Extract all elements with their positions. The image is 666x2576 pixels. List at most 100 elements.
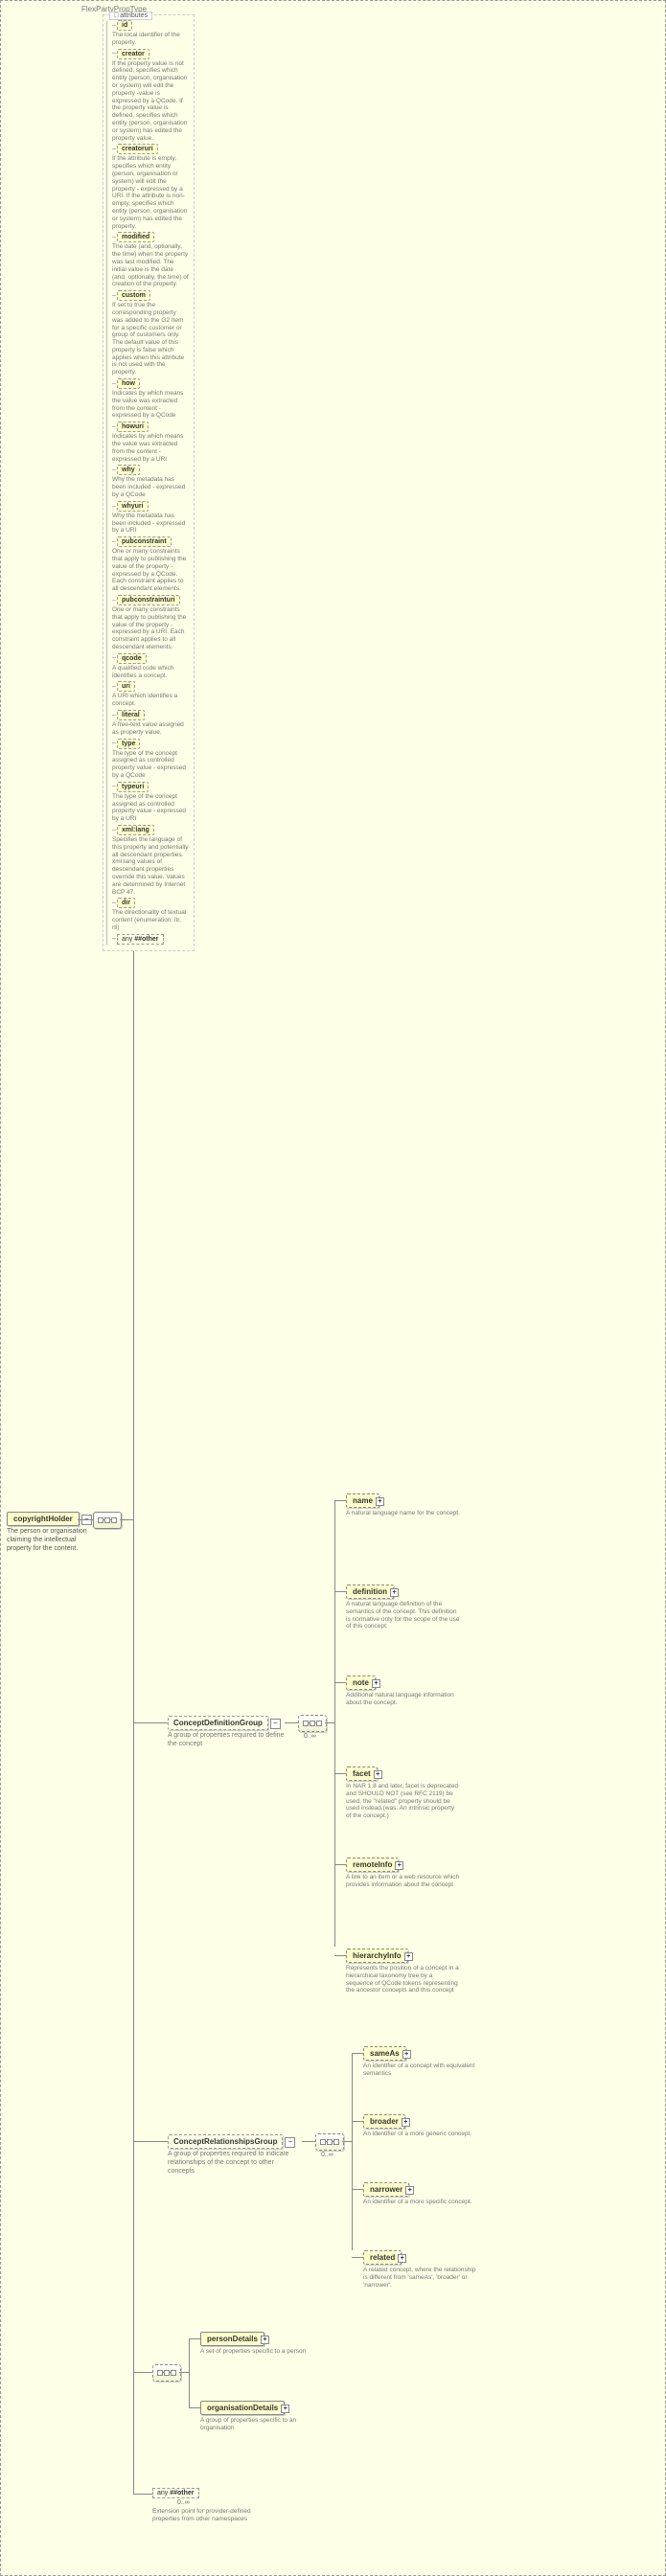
expand-icon[interactable]: + [261,2336,269,2344]
expand-icon[interactable]: + [281,2405,289,2413]
attribute-desc: Indicates by which means the value was e… [112,390,189,420]
element-desc: An identifier of a more specific concept… [363,2199,471,2206]
element-box[interactable]: broader+ [363,2114,405,2129]
attribute-pubconstrainturi: pubconstrainturi [112,595,191,605]
attribute-box[interactable]: pubconstrainturi [117,595,180,605]
attribute-box[interactable]: literal [117,710,145,720]
connector [179,2372,189,2373]
element-box[interactable]: narrower+ [363,2182,409,2197]
expand-icon[interactable]: + [372,1679,380,1688]
attribute-pubconstraint: pubconstraint [112,536,191,547]
attribute-literal: literal [112,710,191,720]
element-box[interactable]: facet+ [346,1767,378,1781]
expand-icon[interactable]: + [402,2118,410,2127]
group-name: ConceptDefinitionGroup [173,1719,263,1727]
connector [352,2257,363,2258]
attribute-box[interactable]: whyuri [117,501,149,512]
expand-icon[interactable]: + [395,1861,403,1870]
collapse-icon[interactable]: − [285,2137,295,2148]
sequence-icon [298,1715,327,1732]
connector [133,2372,152,2373]
attribute-box[interactable]: why [117,465,140,475]
expand-icon[interactable]: + [390,1588,399,1597]
element-box[interactable]: personDetails+ [200,2332,264,2346]
connector [334,1955,346,1956]
schema-diagram: FlexPartyPropType copyrightHolder− The p… [0,0,666,2576]
choice-icon [152,2364,181,2382]
connector [342,2141,352,2142]
connector [120,1519,133,1520]
element-box[interactable]: name+ [346,1493,379,1508]
element-box[interactable]: hierarchyInfo+ [346,1949,408,1963]
group-box[interactable]: ConceptRelationshipsGroup [168,2134,283,2149]
attribute-desc: Indicates by which means the value was e… [112,433,189,463]
element-box[interactable]: definition+ [346,1584,394,1599]
attribute-desc: The directionality of textual content (e… [112,909,189,931]
expand-icon[interactable]: + [376,1497,384,1506]
element-note: note+Additional natural language informa… [346,1676,460,1707]
attribute-desc: A URI which identifies a concept. [112,693,189,708]
element-desc: An identifier of a more generic concept. [363,2131,471,2138]
expand-icon[interactable]: + [404,1952,413,1961]
attribute-desc: If the property value is not defined, sp… [112,60,189,143]
expand-icon[interactable]: + [405,2186,414,2195]
element-box[interactable]: sameAs+ [363,2046,406,2061]
sequence-icon [93,1512,122,1529]
connector [285,1722,298,1723]
element-box[interactable]: note+ [346,1676,376,1690]
expand-icon[interactable]: + [402,2050,411,2059]
attribute-why: why [112,465,191,475]
any-attribute-box[interactable]: any ##other [117,934,164,945]
connector [352,2053,353,2250]
connector [189,2338,200,2339]
attribute-box[interactable]: creatoruri [117,144,158,154]
root-element-desc: The person or organisation claiming the … [7,1528,89,1553]
expand-icon[interactable]: + [374,1770,382,1779]
attribute-desc: A qualified code which identifies a conc… [112,665,189,680]
connector [334,1500,346,1501]
attribute-box[interactable]: xml:lang [117,825,154,835]
attribute-box[interactable]: id [117,20,132,31]
attributes-rail [106,21,107,945]
group-name: ConceptRelationshipsGroup [173,2137,277,2146]
group-box[interactable]: ConceptDefinitionGroup [168,1716,268,1730]
attribute-box[interactable]: uri [117,681,135,692]
attributes-header: □ attributes [109,11,152,20]
element-desc: A link to an item or a web resource whic… [346,1874,460,1889]
element-box[interactable]: related+ [363,2250,402,2265]
any-ns: ##other [170,2490,194,2496]
attribute-desc: If the attribute is empty, specifies whi… [112,155,189,230]
element-desc: A set of properties specific to a person [200,2348,306,2356]
attribute-box[interactable]: how [117,378,140,389]
element-box[interactable]: organisationDetails+ [200,2401,285,2415]
element-desc: Represents the position of a concept in … [346,1965,460,1995]
root-element-name: copyrightHolder [13,1515,73,1523]
attribute-creator: creator [112,49,191,59]
attribute-desc: A free-text value assigned as property v… [112,721,189,737]
connector [334,1682,346,1683]
attribute-box[interactable]: dir [117,898,135,908]
attribute-box[interactable]: modified [117,232,154,242]
root-element-box[interactable]: copyrightHolder [7,1512,80,1526]
attribute-type: type [112,739,191,749]
group-desc: A group of properties required to define… [168,1732,290,1749]
element-desc: An identifier of a concept with equivale… [363,2063,477,2078]
any-element-box[interactable]: any ##other [152,2488,199,2498]
connector [325,1722,334,1723]
attribute-howuri: howuri [112,422,191,432]
attribute-box[interactable]: creator [117,49,149,59]
attribute-box[interactable]: typeuri [117,782,149,792]
any-ns: ##other [134,936,158,943]
element-box[interactable]: remoteInfo+ [346,1858,399,1872]
element-related: related+ A related concept, where the rel… [363,2250,477,2289]
collapse-icon[interactable]: − [270,1719,281,1729]
attribute-box[interactable]: howuri [117,422,149,432]
attribute-box[interactable]: custom [117,290,150,301]
attribute-box[interactable]: pubconstraint [117,536,172,547]
attribute-id: id [112,20,191,31]
attribute-box[interactable]: qcode [117,653,147,664]
attribute-box[interactable]: type [117,739,140,749]
occurrence: 0..∞ [304,1733,316,1740]
element-desc: A related concept, where the relationshi… [363,2267,477,2289]
expand-icon[interactable]: + [398,2254,406,2263]
